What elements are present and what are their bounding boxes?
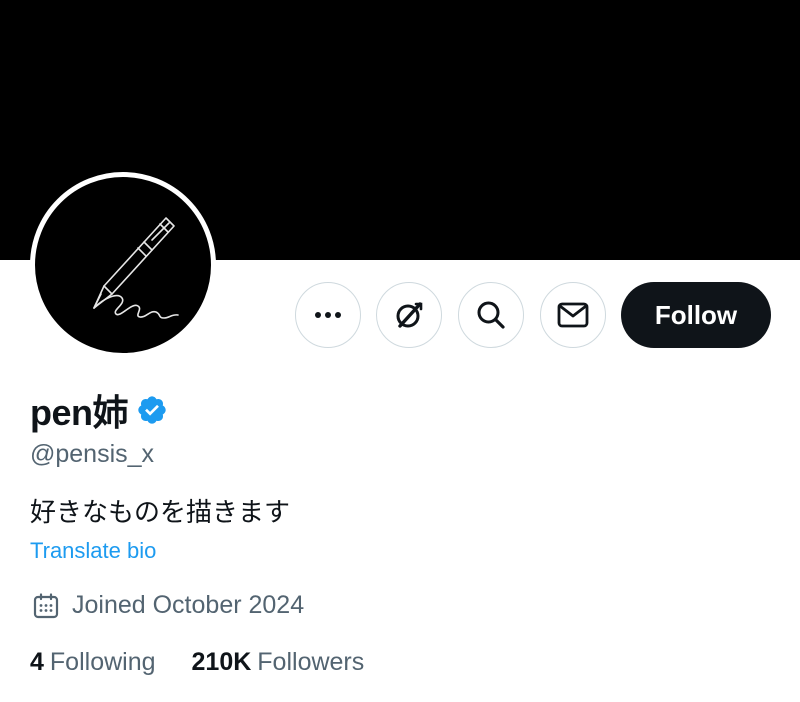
following-count: 4 <box>30 648 44 676</box>
following-label: Following <box>49 648 156 676</box>
message-button[interactable] <box>540 282 606 348</box>
followers-label: Followers <box>257 648 365 676</box>
follow-stats: 4 Following 210K Followers <box>30 648 364 677</box>
calendar-icon <box>33 592 59 618</box>
following-link[interactable]: 4 Following <box>30 648 156 677</box>
bio-text: 好きなものを描きます <box>30 498 291 528</box>
followers-count: 210K <box>191 648 252 676</box>
verified-badge-icon[interactable] <box>136 394 168 426</box>
translate-bio-link[interactable]: Translate bio <box>30 538 156 564</box>
more-horizontal-icon <box>315 312 341 318</box>
grok-icon <box>396 302 423 328</box>
display-name-row: pen姉 <box>30 384 168 436</box>
joined-date-text: Joined October 2024 <box>72 591 305 619</box>
grok-button[interactable] <box>376 282 442 348</box>
more-button[interactable] <box>295 282 361 348</box>
follow-button[interactable]: Follow <box>621 282 771 348</box>
mail-icon <box>557 302 589 328</box>
search-icon <box>477 301 505 329</box>
user-handle: @pensis_x <box>30 440 155 468</box>
search-button[interactable] <box>458 282 524 348</box>
joined-date: Joined October 2024 <box>32 591 304 620</box>
followers-link[interactable]: 210K Followers <box>192 648 365 677</box>
profile-actions: Follow <box>0 282 800 348</box>
display-name: pen姉 <box>30 392 129 433</box>
